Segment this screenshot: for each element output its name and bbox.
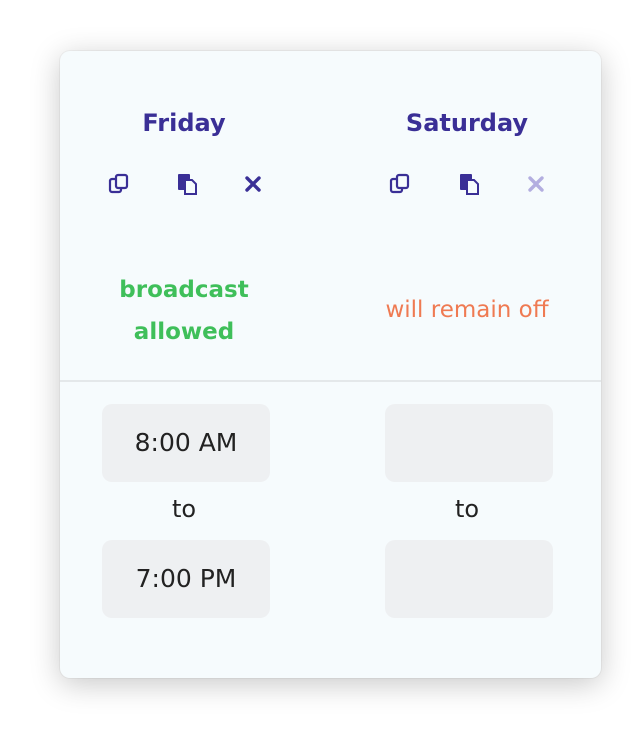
day-actions xyxy=(347,169,587,203)
clear-icon[interactable] xyxy=(238,169,268,199)
start-time-field[interactable] xyxy=(385,404,553,482)
copy-icon[interactable] xyxy=(385,169,415,199)
end-time-field[interactable] xyxy=(385,540,553,618)
paste-icon[interactable] xyxy=(454,169,484,199)
status-text: broadcast allowed xyxy=(119,277,249,345)
end-time-field[interactable]: 7:00 PM xyxy=(102,540,270,618)
paste-icon[interactable] xyxy=(172,169,202,199)
day-title: Saturday xyxy=(405,109,529,137)
divider xyxy=(60,380,601,382)
status-text: will remain off xyxy=(385,297,549,323)
start-time-field[interactable]: 8:00 AM xyxy=(102,404,270,482)
clear-icon[interactable] xyxy=(521,169,551,199)
to-label: to xyxy=(454,495,480,523)
day-actions xyxy=(64,169,304,203)
copy-icon[interactable] xyxy=(104,169,134,199)
day-title: Friday xyxy=(142,109,226,137)
to-label: to xyxy=(171,495,197,523)
schedule-card: Friday broadcast allowed 8:00 AM to 7:00… xyxy=(60,51,601,678)
